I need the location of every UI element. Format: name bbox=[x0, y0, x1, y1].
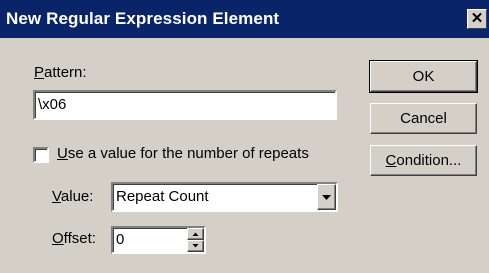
repeats-label-rest: se a value for the number of repeats bbox=[67, 145, 309, 162]
condition-button[interactable]: Condition... bbox=[370, 145, 477, 176]
offset-label-rest: ffset: bbox=[63, 230, 96, 247]
repeats-checkbox-label[interactable]: Use a value for the number of repeats bbox=[57, 145, 309, 162]
repeats-checkbox[interactable] bbox=[33, 147, 49, 163]
ok-button-label: OK bbox=[412, 68, 435, 85]
offset-spinner-value: 0 bbox=[116, 231, 125, 248]
pattern-label-accel: P bbox=[34, 64, 45, 81]
pattern-label-rest: attern: bbox=[44, 64, 87, 81]
cancel-button[interactable]: Cancel bbox=[370, 103, 477, 134]
dropdown-arrow-glyph bbox=[322, 195, 331, 200]
condition-accel: C bbox=[385, 152, 397, 169]
spin-down-glyph bbox=[192, 244, 199, 248]
dropdown-arrow-icon[interactable] bbox=[317, 184, 336, 210]
ok-button[interactable]: OK bbox=[369, 60, 478, 93]
pattern-label: Pattern: bbox=[34, 64, 87, 81]
pattern-input[interactable]: \x06 bbox=[33, 90, 337, 120]
offset-label-accel: O bbox=[52, 230, 64, 247]
condition-rest: ondition... bbox=[396, 152, 462, 169]
cancel-button-label: Cancel bbox=[400, 110, 447, 127]
value-label-rest: alue: bbox=[60, 188, 94, 205]
value-label: Value: bbox=[52, 188, 93, 205]
close-icon[interactable]: ✕ bbox=[467, 9, 487, 29]
spin-up-glyph bbox=[192, 232, 199, 236]
spin-up-icon[interactable] bbox=[187, 228, 204, 240]
repeats-label-accel: U bbox=[57, 145, 68, 162]
regex-element-dialog: New Regular Expression Element ✕ Pattern… bbox=[0, 0, 489, 273]
pattern-input-value: \x06 bbox=[38, 96, 67, 113]
value-select[interactable]: Repeat Count bbox=[111, 182, 338, 212]
condition-button-label: Condition... bbox=[386, 146, 462, 175]
spin-down-icon[interactable] bbox=[187, 240, 204, 252]
window-title: New Regular Expression Element bbox=[6, 9, 280, 28]
close-glyph: ✕ bbox=[470, 10, 484, 27]
title-bar[interactable]: New Regular Expression Element ✕ bbox=[0, 0, 489, 38]
offset-spinner[interactable]: 0 bbox=[111, 226, 206, 254]
offset-label: Offset: bbox=[52, 230, 96, 247]
value-select-selected: Repeat Count bbox=[116, 188, 209, 205]
value-label-accel: V bbox=[52, 188, 61, 205]
